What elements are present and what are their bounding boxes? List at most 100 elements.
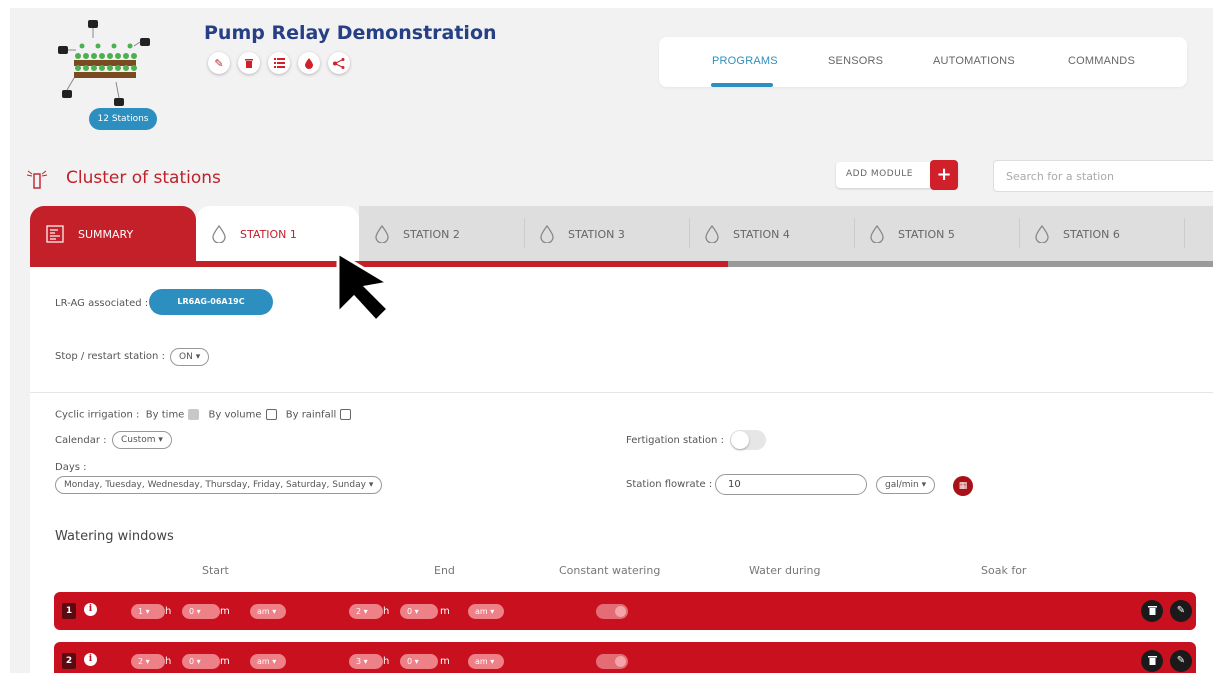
water-drop-icon <box>870 225 884 243</box>
end-hour-select[interactable]: 2 ▾ <box>349 604 383 619</box>
tab-summary[interactable]: SUMMARY <box>30 206 196 262</box>
search-input[interactable] <box>994 161 1213 191</box>
constant-watering-toggle[interactable] <box>596 604 628 619</box>
delete-row-button[interactable] <box>1141 600 1163 622</box>
start-hour-select[interactable]: 2 ▾ <box>131 654 165 669</box>
add-module-button[interactable]: ADD MODULE + <box>836 160 958 190</box>
trash-icon <box>1147 656 1157 665</box>
start-ampm-value: am <box>257 657 270 666</box>
tab-station-4[interactable]: STATION 4 <box>689 206 854 262</box>
days-value: Monday, Tuesday, Wednesday, Thursday, Fr… <box>64 480 366 490</box>
tab-station-5-label: STATION 5 <box>898 227 955 241</box>
edit-button[interactable]: ✎ <box>208 52 230 74</box>
list-button[interactable] <box>268 52 290 74</box>
edit-row-button[interactable]: ✎ <box>1170 650 1192 672</box>
start-minute-select[interactable]: 0 ▾ <box>182 604 220 619</box>
tab-station-5[interactable]: STATION 5 <box>854 206 1019 262</box>
add-module-label: ADD MODULE <box>846 169 913 179</box>
station-search[interactable] <box>993 160 1213 192</box>
station-tabs: SUMMARY STATION 1 STATION 2 STATION 3 ST… <box>30 206 1213 264</box>
start-hour-value: 1 <box>138 607 144 616</box>
stop-restart-select[interactable]: ON ▾ <box>170 348 210 366</box>
trash-icon <box>1147 606 1157 615</box>
end-minute-select[interactable]: 0 ▾ <box>400 604 438 619</box>
start-ampm-select[interactable]: am ▾ <box>250 604 286 619</box>
delete-button[interactable] <box>238 52 260 74</box>
info-icon[interactable]: i <box>84 653 97 666</box>
tab-summary-label: SUMMARY <box>78 227 134 241</box>
section-divider <box>30 392 1213 393</box>
flowrate-input[interactable]: 10 <box>715 474 867 495</box>
water-drop-icon <box>375 225 389 243</box>
calculator-icon: ▦ <box>958 481 968 491</box>
minute-unit: m <box>440 606 450 617</box>
end-minute-select[interactable]: 0 ▾ <box>400 654 438 669</box>
col-end: End <box>434 564 455 577</box>
section-title: Cluster of stations <box>66 168 221 188</box>
start-ampm-select[interactable]: am ▾ <box>250 654 286 669</box>
lr-ag-label: LR-AG associated : <box>55 298 149 309</box>
end-ampm-select[interactable]: am ▾ <box>468 604 504 619</box>
edit-row-button[interactable]: ✎ <box>1170 600 1192 622</box>
share-button[interactable] <box>328 52 350 74</box>
water-drop-icon <box>305 57 313 69</box>
by-volume-checkbox[interactable] <box>265 409 277 420</box>
hour-unit: h <box>383 656 390 667</box>
flowrate-unit: gal/min <box>885 480 919 490</box>
tab-station-4-label: STATION 4 <box>733 227 790 241</box>
tab-station-3[interactable]: STATION 3 <box>524 206 689 262</box>
station-card: LR-AG associated : LR6AG-06A19C Stop / r… <box>30 267 1213 673</box>
start-minute-value: 0 <box>189 657 195 666</box>
days-select[interactable]: Monday, Tuesday, Wednesday, Thursday, Fr… <box>55 476 383 494</box>
col-constant-watering: Constant watering <box>559 564 661 577</box>
nav-tab-programs[interactable]: PROGRAMS <box>712 55 778 67</box>
delete-row-button[interactable] <box>1141 650 1163 672</box>
start-hour-value: 2 <box>138 657 144 666</box>
tab-station-6[interactable]: STATION 6 <box>1019 206 1184 262</box>
by-time-checkbox[interactable] <box>188 409 200 420</box>
summary-chart-icon <box>46 225 64 243</box>
start-hour-select[interactable]: 1 ▾ <box>131 604 165 619</box>
pencil-icon: ✎ <box>1176 605 1186 616</box>
nav-tab-sensors[interactable]: SENSORS <box>828 55 883 67</box>
water-button[interactable] <box>298 52 320 74</box>
pencil-icon: ✎ <box>214 56 224 70</box>
water-drop-icon <box>705 225 719 243</box>
fertigation-toggle[interactable] <box>730 430 766 450</box>
start-ampm-value: am <box>257 607 270 616</box>
start-minute-select[interactable]: 0 ▾ <box>182 654 220 669</box>
stations-count-badge[interactable]: 12 Stations <box>89 108 157 130</box>
cyclic-irrigation-row: Cyclic irrigation : By time By volume By… <box>55 409 357 421</box>
end-ampm-select[interactable]: am ▾ <box>468 654 504 669</box>
lr-ag-value[interactable]: LR6AG-06A19C <box>149 289 273 315</box>
days-label: Days : <box>55 462 87 473</box>
water-drop-icon <box>212 225 226 243</box>
end-ampm-value: am <box>475 607 488 616</box>
by-rainfall-checkbox[interactable] <box>340 409 352 420</box>
minute-unit: m <box>220 606 230 617</box>
calculator-button[interactable]: ▦ <box>953 476 973 496</box>
end-hour-select[interactable]: 3 ▾ <box>349 654 383 669</box>
col-water-during: Water during <box>749 564 821 577</box>
end-ampm-value: am <box>475 657 488 666</box>
hour-unit: h <box>165 656 172 667</box>
watering-windows-title: Watering windows <box>55 529 174 544</box>
tab-station-1[interactable]: STATION 1 <box>196 206 359 262</box>
calendar-value: Custom <box>121 435 156 445</box>
nav-active-underline <box>711 83 773 87</box>
nav-tab-automations[interactable]: AUTOMATIONS <box>933 55 1015 67</box>
row-number: 2 <box>62 653 76 669</box>
site-logo <box>58 20 150 106</box>
tab-station-more[interactable] <box>1184 206 1213 262</box>
by-time-label: By time <box>145 409 185 421</box>
tab-divider <box>1019 218 1020 248</box>
nav-tab-commands[interactable]: COMMANDS <box>1068 55 1135 67</box>
constant-watering-toggle[interactable] <box>596 654 628 669</box>
plus-icon: + <box>930 160 958 190</box>
pencil-icon: ✎ <box>1176 655 1186 666</box>
end-minute-value: 0 <box>407 607 413 616</box>
info-icon[interactable]: i <box>84 603 97 616</box>
tab-divider <box>524 218 525 248</box>
calendar-select[interactable]: Custom ▾ <box>112 431 172 449</box>
flowrate-unit-select[interactable]: gal/min ▾ <box>876 476 936 494</box>
